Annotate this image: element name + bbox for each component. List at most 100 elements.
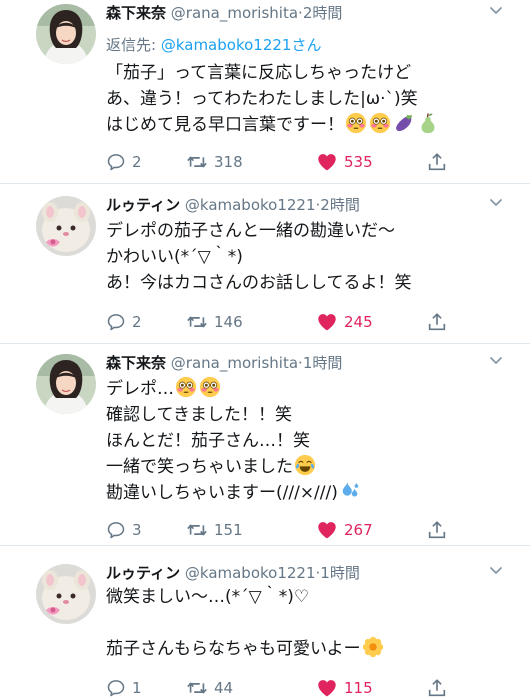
like-button[interactable]: 115 (316, 676, 373, 700)
reply-icon (106, 520, 126, 540)
share-icon (426, 311, 448, 333)
reply-icon (106, 152, 126, 172)
eggplant-emoji-icon (393, 112, 415, 134)
share-button[interactable] (426, 676, 448, 700)
reply-to-link[interactable]: @kamaboko1221さん (161, 36, 322, 54)
tweet-header: 森下来奈 @rana_morishita·2時間 (106, 2, 342, 23)
retweet-button[interactable]: 146 (186, 310, 243, 334)
user-handle[interactable]: @kamaboko1221 (185, 564, 316, 582)
tweet-line: 確認してきました！！笑 (106, 405, 292, 425)
tweet-actions: 3 151 267 (106, 518, 446, 542)
timestamp[interactable]: 1時間 (303, 354, 343, 372)
share-icon (426, 519, 448, 541)
tweet-line: デレポの茄子さんと一緒の勘違いだ〜 (106, 221, 395, 241)
timestamp[interactable]: 2時間 (320, 196, 360, 214)
divider (0, 545, 530, 546)
tweet[interactable]: 森下来奈 @rana_morishita·2時間 返信先: @kamaboko1… (0, 0, 530, 176)
tweet-header: 森下来奈 @rana_morishita·1時間 (106, 352, 342, 373)
tweet-header: ルゥティン @kamaboko1221·1時間 (106, 562, 360, 583)
user-handle[interactable]: @rana_morishita (171, 4, 298, 22)
tweet-line: あ！今はカコさんのお話ししてるよ！笑 (106, 273, 412, 293)
tweet-header: ルゥティン @kamaboko1221·2時間 (106, 194, 360, 215)
flushed-emoji-icon (199, 376, 221, 398)
chevron-down-icon[interactable] (488, 562, 504, 578)
retweet-icon (186, 677, 208, 699)
share-button[interactable] (426, 518, 448, 542)
reply-button[interactable]: 3 (106, 518, 142, 542)
reply-count: 1 (132, 679, 142, 697)
avatar-photo-icon (36, 354, 96, 414)
tweet-text: デレポの茄子さんと一緒の勘違いだ〜 かわいい(*´▽｀*) あ！今はカコさんのお… (106, 218, 412, 296)
avatar[interactable] (36, 4, 96, 64)
retweet-icon (186, 519, 208, 541)
like-button[interactable]: 267 (316, 518, 373, 542)
chevron-down-icon[interactable] (488, 352, 504, 368)
reply-count: 2 (132, 313, 142, 331)
display-name[interactable]: ルゥティン (106, 564, 180, 582)
like-count: 267 (344, 521, 373, 539)
display-name[interactable]: 森下来奈 (106, 4, 166, 22)
user-handle[interactable]: @kamaboko1221 (185, 196, 316, 214)
tweet-text: 「茄子」って言葉に反応しちゃったけど あ、違う！ってわたわたしました|ω·`)笑… (106, 60, 440, 138)
tweet-line: ほんとだ！茄子さん…！笑 (106, 431, 310, 451)
user-handle[interactable]: @rana_morishita (171, 354, 298, 372)
retweet-count: 151 (214, 521, 243, 539)
avatar[interactable] (36, 354, 96, 414)
display-name[interactable]: ルゥティン (106, 196, 180, 214)
reply-button[interactable]: 2 (106, 150, 142, 174)
reply-button[interactable]: 2 (106, 310, 142, 334)
avatar-plush-icon (36, 196, 96, 256)
reply-prefix: 返信先: (106, 36, 161, 54)
heart-icon (316, 151, 338, 173)
share-button[interactable] (426, 310, 448, 334)
like-count: 535 (344, 153, 373, 171)
chevron-down-icon[interactable] (488, 2, 504, 18)
pear-emoji-icon (417, 112, 439, 134)
heart-icon (316, 311, 338, 333)
tweet-line: 茄子さんもらなちゃも可愛いよー (106, 639, 361, 659)
timestamp[interactable]: 1時間 (320, 564, 360, 582)
flushed-emoji-icon (175, 376, 197, 398)
like-count: 245 (344, 313, 373, 331)
reply-icon (106, 312, 126, 332)
tweet-actions: 2 146 245 (106, 310, 446, 334)
tweet-text: 微笑ましい〜…(*´▽｀*)♡ 茄子さんもらなちゃも可愛いよー (106, 584, 385, 662)
tweet-line: 微笑ましい〜…(*´▽｀*)♡ (106, 587, 310, 607)
reply-button[interactable]: 1 (106, 676, 142, 700)
avatar[interactable] (36, 196, 96, 256)
display-name[interactable]: 森下来奈 (106, 354, 166, 372)
heart-icon (316, 677, 338, 699)
chevron-down-icon[interactable] (488, 194, 504, 210)
heart-icon (316, 519, 338, 541)
like-button[interactable]: 245 (316, 310, 373, 334)
tweet[interactable]: ルゥティン @kamaboko1221·2時間 デレポの茄子さんと一緒の勘違いだ… (0, 192, 530, 342)
avatar[interactable] (36, 564, 96, 624)
retweet-button[interactable]: 151 (186, 518, 243, 542)
tweet-line: あ、違う！ってわたわたしました|ω·`)笑 (106, 89, 418, 109)
tweet-line: はじめて見る早口言葉ですー！ (106, 115, 344, 135)
retweet-icon (186, 151, 208, 173)
tweet[interactable]: 森下来奈 @rana_morishita·1時間 デレポ… 確認してきました！！… (0, 350, 530, 542)
sweat-droplets-emoji-icon (339, 480, 361, 502)
retweet-count: 146 (214, 313, 243, 331)
reply-count: 3 (132, 521, 142, 539)
tweet-actions: 1 44 115 (106, 676, 446, 700)
reply-icon (106, 678, 126, 698)
like-button[interactable]: 535 (316, 150, 373, 174)
avatar-photo-icon (36, 4, 96, 64)
tweet-line: 一緒で笑っちゃいました (106, 457, 293, 477)
avatar-plush-icon (36, 564, 96, 624)
tweet-line: 「茄子」って言葉に反応しちゃったけど (106, 63, 412, 83)
retweet-button[interactable]: 44 (186, 676, 233, 700)
divider (0, 183, 530, 184)
flushed-emoji-icon (369, 112, 391, 134)
tweet-actions: 2 318 535 (106, 150, 446, 174)
like-count: 115 (344, 679, 373, 697)
retweet-icon (186, 311, 208, 333)
retweet-count: 318 (214, 153, 243, 171)
tweet[interactable]: ルゥティン @kamaboko1221·1時間 微笑ましい〜…(*´▽｀*)♡ … (0, 560, 530, 700)
timestamp[interactable]: 2時間 (303, 4, 343, 22)
share-icon (426, 151, 448, 173)
share-button[interactable] (426, 150, 448, 174)
retweet-button[interactable]: 318 (186, 150, 243, 174)
